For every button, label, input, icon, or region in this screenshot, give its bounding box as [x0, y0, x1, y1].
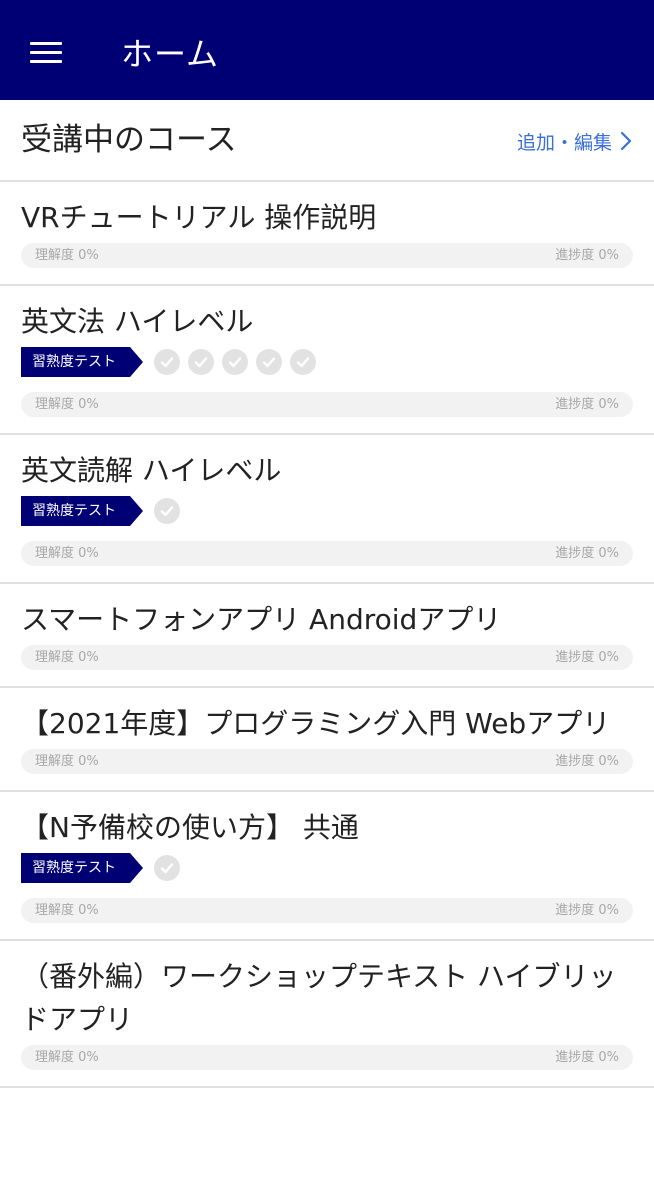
proficiency-test-row: 習熟度テスト — [21, 346, 633, 378]
understanding-label: 理解度 0% — [35, 754, 99, 769]
course-progress-bar: 理解度 0% 進捗度 0% — [21, 749, 633, 774]
check-circle-icon — [154, 855, 180, 881]
course-title: 英文法 ハイレベル — [21, 305, 254, 338]
course-title: 英文読解 ハイレベル — [21, 454, 282, 487]
progress-label: 進捗度 0% — [555, 1050, 619, 1065]
course-title: スマートフォンアプリ Androidアプリ — [21, 603, 502, 636]
page-title: ホーム — [121, 35, 220, 73]
course-item[interactable]: 【N予備校の使い方】 共通 習熟度テスト理解度 0% 進捗度 0% — [0, 792, 654, 941]
course-progress-bar: 理解度 0% 進捗度 0% — [21, 541, 633, 566]
enrolled-courses-header: 受講中のコース 追加・編集 — [0, 100, 654, 182]
check-circle-icon — [154, 498, 180, 524]
proficiency-test-badge[interactable]: 習熟度テスト — [21, 496, 143, 526]
course-item[interactable]: 英文法 ハイレベル 習熟度テスト理解度 0% 進捗度 0% — [0, 286, 654, 435]
proficiency-test-row: 習熟度テスト — [21, 852, 633, 884]
course-progress-bar: 理解度 0% 進捗度 0% — [21, 898, 633, 923]
understanding-label: 理解度 0% — [35, 903, 99, 918]
progress-label: 進捗度 0% — [555, 397, 619, 412]
course-item[interactable]: スマートフォンアプリ Androidアプリ理解度 0% 進捗度 0% — [0, 584, 654, 688]
course-progress-bar: 理解度 0% 進捗度 0% — [21, 392, 633, 417]
check-circle-icon — [290, 349, 316, 375]
course-progress-bar: 理解度 0% 進捗度 0% — [21, 1045, 633, 1070]
add-edit-link[interactable]: 追加・編集 — [517, 126, 632, 156]
course-progress-bar: 理解度 0% 進捗度 0% — [21, 243, 633, 268]
progress-label: 進捗度 0% — [555, 546, 619, 561]
check-circle-icon — [154, 349, 180, 375]
check-circle-icon — [256, 349, 282, 375]
check-circle-icon — [222, 349, 248, 375]
understanding-label: 理解度 0% — [35, 1050, 99, 1065]
understanding-label: 理解度 0% — [35, 248, 99, 263]
course-progress-bar: 理解度 0% 進捗度 0% — [21, 645, 633, 670]
progress-label: 進捗度 0% — [555, 248, 619, 263]
progress-label: 進捗度 0% — [555, 903, 619, 918]
app-bar: ホーム — [0, 0, 654, 100]
course-item[interactable]: （番外編）ワークショップテキスト ハイブリッドアプリ理解度 0% 進捗度 0% — [0, 941, 654, 1088]
course-item[interactable]: VRチュートリアル 操作説明理解度 0% 進捗度 0% — [0, 182, 654, 286]
course-item[interactable]: 【2021年度】プログラミング入門 Webアプリ理解度 0% 進捗度 0% — [0, 688, 654, 792]
section-title: 受講中のコース — [21, 122, 237, 158]
progress-label: 進捗度 0% — [555, 754, 619, 769]
hamburger-menu-icon[interactable] — [22, 30, 72, 76]
proficiency-test-badge[interactable]: 習熟度テスト — [21, 347, 143, 377]
course-title: （番外編）ワークショップテキスト ハイブリッドアプリ — [21, 960, 617, 1036]
progress-label: 進捗度 0% — [555, 650, 619, 665]
course-title: 【2021年度】プログラミング入門 Webアプリ — [21, 707, 611, 740]
course-title: VRチュートリアル 操作説明 — [21, 201, 377, 234]
understanding-label: 理解度 0% — [35, 546, 99, 561]
course-list: VRチュートリアル 操作説明 理解度 0% 進捗度 0% 英文法 ハイレベル 習熟度テス… — [0, 182, 654, 1088]
check-circle-icon — [188, 349, 214, 375]
course-item[interactable]: 英文読解 ハイレベル 習熟度テスト理解度 0% 進捗度 0% — [0, 435, 654, 584]
understanding-label: 理解度 0% — [35, 397, 99, 412]
proficiency-test-row: 習熟度テスト — [21, 495, 633, 527]
add-edit-label: 追加・編集 — [516, 131, 612, 154]
chevron-right-icon — [620, 131, 632, 151]
proficiency-test-badge[interactable]: 習熟度テスト — [21, 853, 143, 883]
understanding-label: 理解度 0% — [35, 650, 99, 665]
course-title: 【N予備校の使い方】 共通 — [21, 811, 359, 844]
